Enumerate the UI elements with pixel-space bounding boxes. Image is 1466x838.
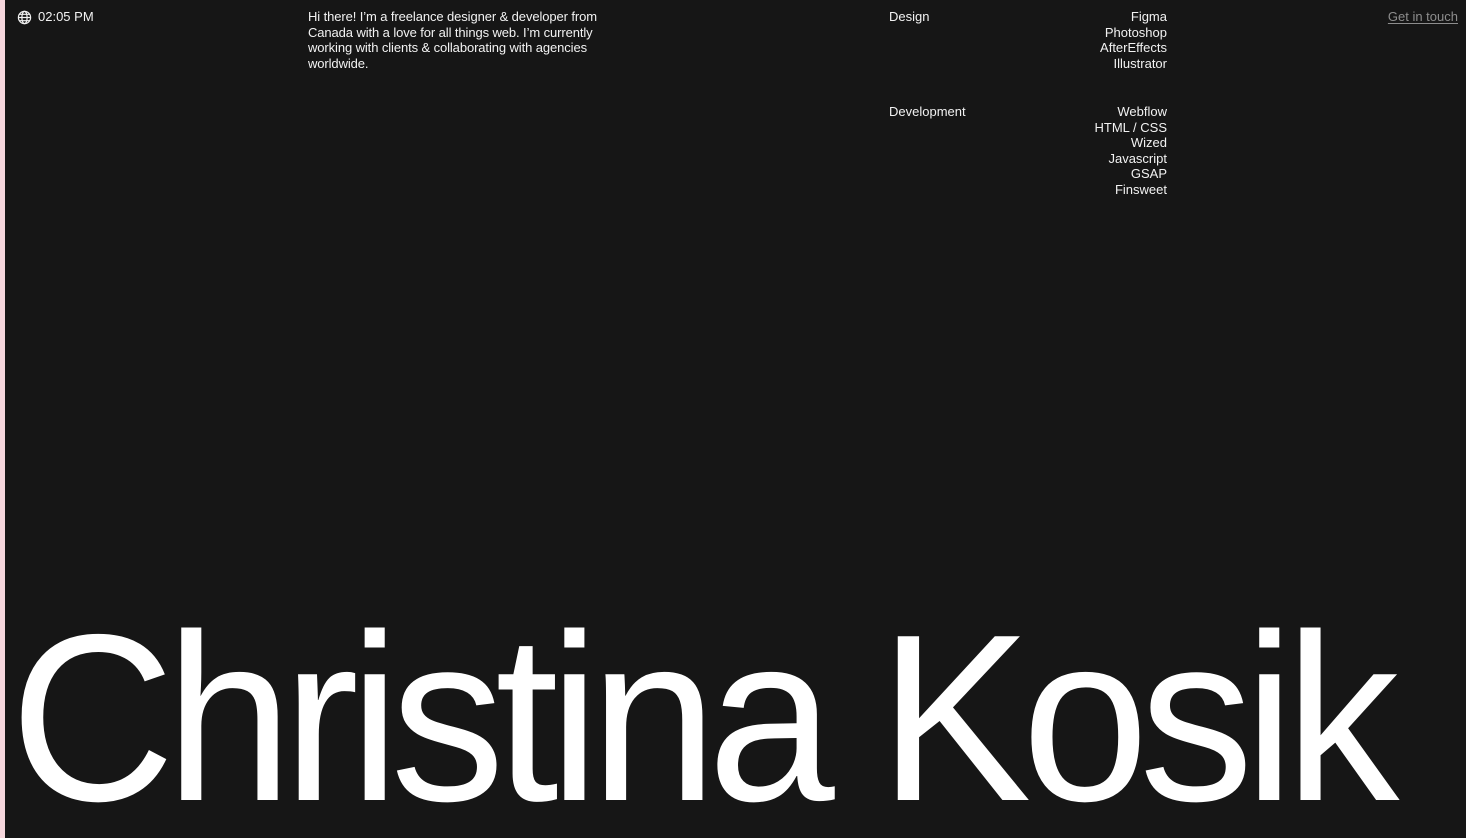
globe-icon [17,10,32,25]
skill-group-label-design: Design [889,9,930,24]
skill-item: HTML / CSS [1094,119,1167,135]
local-time: 02:05 PM [17,9,94,25]
skill-item: Finsweet [1114,181,1167,197]
skill-item: Photoshop [1104,24,1167,40]
get-in-touch-link[interactable]: Get in touch [1388,9,1458,25]
left-edge-accent [0,0,5,838]
skill-item: Wized [1130,135,1167,151]
skill-group-design: Design Figma Photoshop AfterEffects Illu… [889,9,1167,71]
intro-text: Hi there! I’m a freelance designer & dev… [308,9,597,71]
skill-item: Javascript [1108,150,1167,166]
skill-item: GSAP [1130,166,1167,182]
skill-item: Illustrator [1113,55,1167,71]
skill-item: AfterEffects [1100,40,1167,56]
skill-list-development: Webflow HTML / CSS Wized Javascript GSAP… [1095,104,1167,198]
skill-group-development: Development Webflow HTML / CSS Wized Jav… [889,104,1167,198]
skill-item: Figma [1130,9,1167,24]
hero-name: Christina Kosik [10,586,1399,838]
skill-item: Webflow [1117,104,1167,119]
time-text: 02:05 PM [38,9,94,24]
skill-group-label-development: Development [889,104,966,119]
skill-list-design: Figma Photoshop AfterEffects Illustrator [1100,9,1167,71]
